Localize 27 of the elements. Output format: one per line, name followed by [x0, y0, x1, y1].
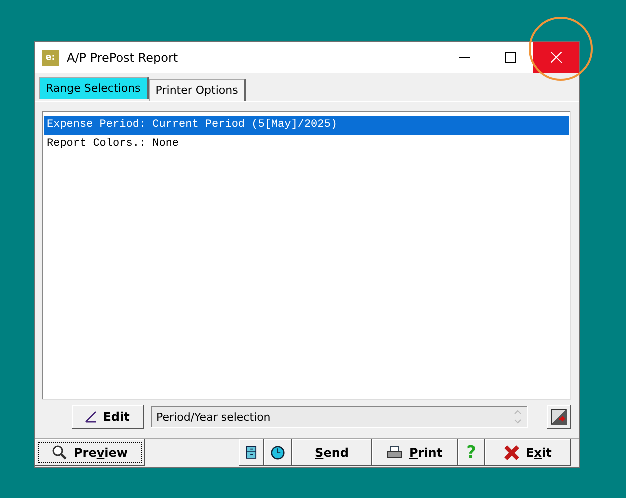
cabinet-button[interactable]	[239, 439, 264, 466]
highlight-circle	[528, 16, 594, 82]
minimize-icon	[458, 56, 470, 58]
pencil-icon	[85, 411, 98, 423]
spinner-icon	[513, 408, 524, 426]
app-icon: e:	[42, 50, 59, 66]
window-title: A/P PrePost Report	[67, 50, 180, 64]
print-button[interactable]: Print	[372, 439, 458, 466]
clock-button[interactable]	[264, 439, 292, 466]
close-icon	[504, 444, 520, 460]
list-item[interactable]: Report Colors.: None	[44, 135, 569, 154]
close-icon	[550, 52, 562, 63]
magnifier-icon	[52, 444, 68, 460]
edit-button[interactable]: Edit	[72, 405, 144, 429]
description-field: Period/Year selection	[150, 406, 528, 428]
send-button[interactable]: Send	[292, 439, 372, 466]
list-item[interactable]: Expense Period: Current Period (5[May]/2025)	[44, 116, 569, 135]
close-button[interactable]	[533, 42, 579, 73]
tab[interactable]: Printer Options	[148, 79, 246, 101]
clock-icon	[271, 444, 285, 460]
preview-button[interactable]: Preview	[35, 439, 145, 466]
maximize-icon	[504, 52, 516, 63]
export-button[interactable]	[547, 405, 571, 429]
printer-icon	[387, 446, 404, 460]
cabinet-icon	[246, 445, 257, 460]
tab[interactable]: Range Selections	[39, 77, 149, 99]
exit-button[interactable]: Exit	[485, 439, 571, 466]
